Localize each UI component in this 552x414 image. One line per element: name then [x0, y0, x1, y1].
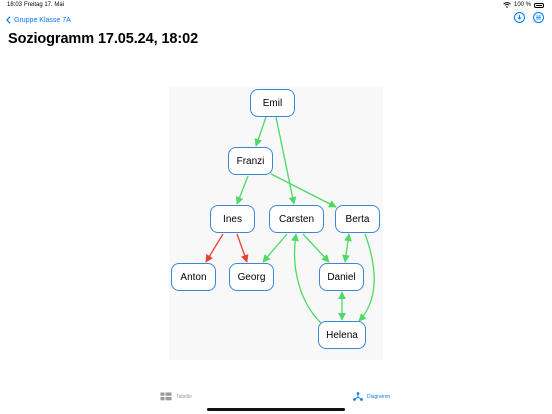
- back-button[interactable]: Gruppe Klasse 7A: [6, 14, 71, 26]
- edge-franzi-berta: [270, 173, 337, 208]
- edge-ines-anton: [205, 233, 224, 263]
- status-time: 18:03: [7, 2, 23, 8]
- node-anton[interactable]: Anton: [171, 263, 216, 291]
- tab-diagram-label: Diagramm: [367, 393, 391, 400]
- status-date: Freitag 17. Mai: [24, 2, 65, 8]
- tab-table-label: Tabelle: [176, 393, 192, 400]
- sociogram-diagram: Emil Franzi Ines Carsten Berta Anton Geo…: [169, 87, 383, 360]
- menu-button[interactable]: [533, 12, 544, 23]
- chevron-left-icon: [6, 16, 11, 24]
- node-franzi[interactable]: Franzi: [228, 147, 273, 175]
- battery-icon: [534, 2, 544, 8]
- edge-ines-georg: [236, 233, 249, 263]
- home-indicator: [207, 408, 345, 411]
- battery-percent: 100 %: [513, 2, 531, 8]
- edge-carsten-daniel: [302, 233, 330, 263]
- node-berta[interactable]: Berta: [335, 205, 380, 233]
- table-icon: [160, 392, 172, 401]
- tab-diagram[interactable]: Diagramm: [353, 392, 390, 401]
- node-georg[interactable]: Georg: [229, 263, 274, 291]
- node-emil[interactable]: Emil: [250, 89, 295, 117]
- node-ines[interactable]: Ines: [210, 205, 255, 233]
- edge-emil-franzi: [254, 116, 267, 147]
- list-icon: [536, 15, 541, 20]
- page-title: Soziogramm 17.05.24, 18:02: [8, 31, 199, 47]
- network-icon: [353, 392, 363, 401]
- status-indicators: 100 %: [503, 2, 544, 8]
- download-button[interactable]: [514, 12, 525, 23]
- edge-berta-daniel: [342, 233, 352, 263]
- node-helena[interactable]: Helena: [318, 321, 366, 349]
- edge-carsten-georg: [262, 233, 288, 263]
- status-bar: 18:03 Freitag 17. Mai 100 %: [0, 0, 552, 12]
- edge-helena-carsten: [291, 233, 323, 325]
- edge-franzi-ines: [235, 175, 249, 205]
- download-icon: [517, 15, 522, 20]
- node-daniel[interactable]: Daniel: [319, 263, 364, 291]
- edge-emil-carsten: [275, 116, 297, 205]
- back-button-label: Gruppe Klasse 7A: [14, 16, 71, 24]
- nav-actions: [514, 12, 544, 23]
- wifi-icon: [503, 2, 511, 8]
- tab-table[interactable]: Tabelle: [160, 392, 192, 401]
- node-carsten[interactable]: Carsten: [269, 205, 324, 233]
